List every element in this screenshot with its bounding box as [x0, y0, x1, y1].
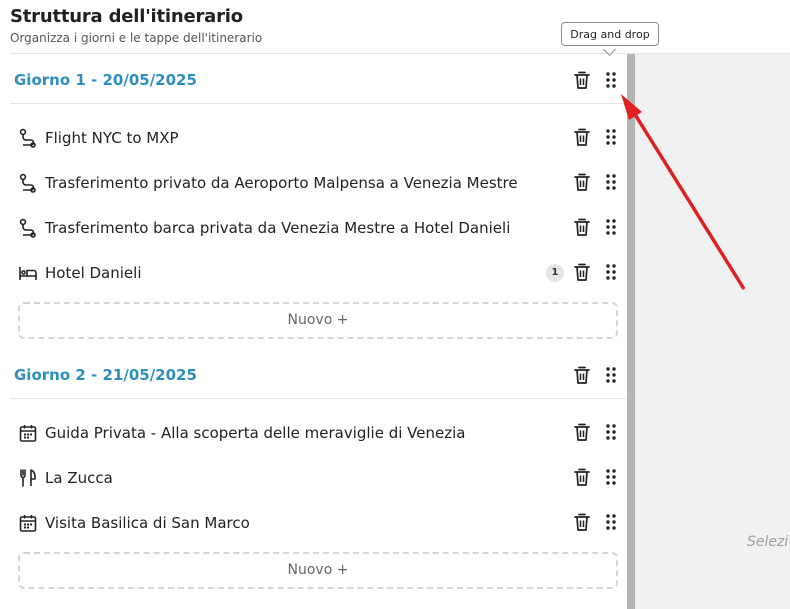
item-label: La Zucca — [45, 469, 113, 487]
drag-and-drop-tooltip: Drag and drop — [561, 22, 659, 46]
calendar-icon — [18, 423, 38, 443]
item-label: Trasferimento barca privata da Venezia M… — [45, 219, 511, 237]
delete-item-trash-icon[interactable] — [573, 127, 591, 147]
count-badge: 1 — [546, 264, 564, 282]
page-subtitle: Organizza i giorni e le tappe dell'itine… — [10, 31, 263, 45]
delete-item-trash-icon[interactable] — [573, 512, 591, 532]
page-title: Struttura dell'itinerario — [10, 6, 243, 27]
item-label: Visita Basilica di San Marco — [45, 514, 250, 532]
item-label: Guida Privata - Alla scoperta delle mera… — [45, 424, 466, 442]
utensils-icon — [18, 468, 38, 488]
day-header[interactable]: Giorno 2 - 21/05/2025 — [10, 349, 626, 399]
bed-icon — [18, 263, 38, 283]
list-item[interactable]: Hotel Danieli 1 — [10, 251, 626, 296]
drag-handle-icon[interactable] — [603, 262, 619, 282]
day-title: Giorno 2 - 21/05/2025 — [14, 366, 197, 384]
drag-handle-icon[interactable] — [603, 512, 619, 532]
drag-handle-icon[interactable] — [603, 467, 619, 487]
scrollbar[interactable] — [627, 54, 635, 609]
drag-handle-icon[interactable] — [603, 365, 619, 385]
drag-handle-icon[interactable] — [603, 127, 619, 147]
delete-item-trash-icon[interactable] — [573, 217, 591, 237]
delete-item-trash-icon[interactable] — [573, 422, 591, 442]
list-item[interactable]: Guida Privata - Alla scoperta delle mera… — [10, 411, 626, 456]
panel-header: Struttura dell'itinerario Organizza i gi… — [10, 6, 262, 45]
route-icon — [18, 218, 38, 238]
day-header[interactable]: Giorno 1 - 20/05/2025 — [10, 54, 626, 104]
delete-item-trash-icon[interactable] — [573, 262, 591, 282]
list-item[interactable]: Visita Basilica di San Marco — [10, 501, 626, 546]
new-item-button[interactable]: Nuovo + — [18, 302, 618, 339]
list-item[interactable]: Trasferimento barca privata da Venezia M… — [10, 206, 626, 251]
drag-handle-icon[interactable] — [603, 172, 619, 192]
item-label: Trasferimento privato da Aeroporto Malpe… — [45, 174, 518, 192]
detail-placeholder-text: Selezi — [747, 534, 789, 550]
route-icon — [18, 173, 38, 193]
delete-item-trash-icon[interactable] — [573, 467, 591, 487]
route-icon — [18, 128, 38, 148]
day-title: Giorno 1 - 20/05/2025 — [14, 71, 197, 89]
list-item[interactable]: Flight NYC to MXP — [10, 116, 626, 161]
item-label: Hotel Danieli — [45, 264, 142, 282]
item-label: Flight NYC to MXP — [45, 129, 179, 147]
drag-handle-icon[interactable] — [603, 217, 619, 237]
list-item[interactable]: Trasferimento privato da Aeroporto Malpe… — [10, 161, 626, 206]
calendar-icon — [18, 513, 38, 533]
list-item[interactable]: La Zucca — [10, 456, 626, 501]
drag-handle-icon[interactable] — [603, 70, 619, 90]
drag-handle-icon[interactable] — [603, 422, 619, 442]
new-item-button[interactable]: Nuovo + — [18, 552, 618, 589]
detail-panel — [635, 54, 790, 609]
delete-day-trash-icon[interactable] — [573, 365, 591, 385]
itinerary-list: Giorno 1 - 20/05/2025 Flight NYC to MXP … — [10, 54, 626, 589]
delete-item-trash-icon[interactable] — [573, 172, 591, 192]
delete-day-trash-icon[interactable] — [573, 70, 591, 90]
